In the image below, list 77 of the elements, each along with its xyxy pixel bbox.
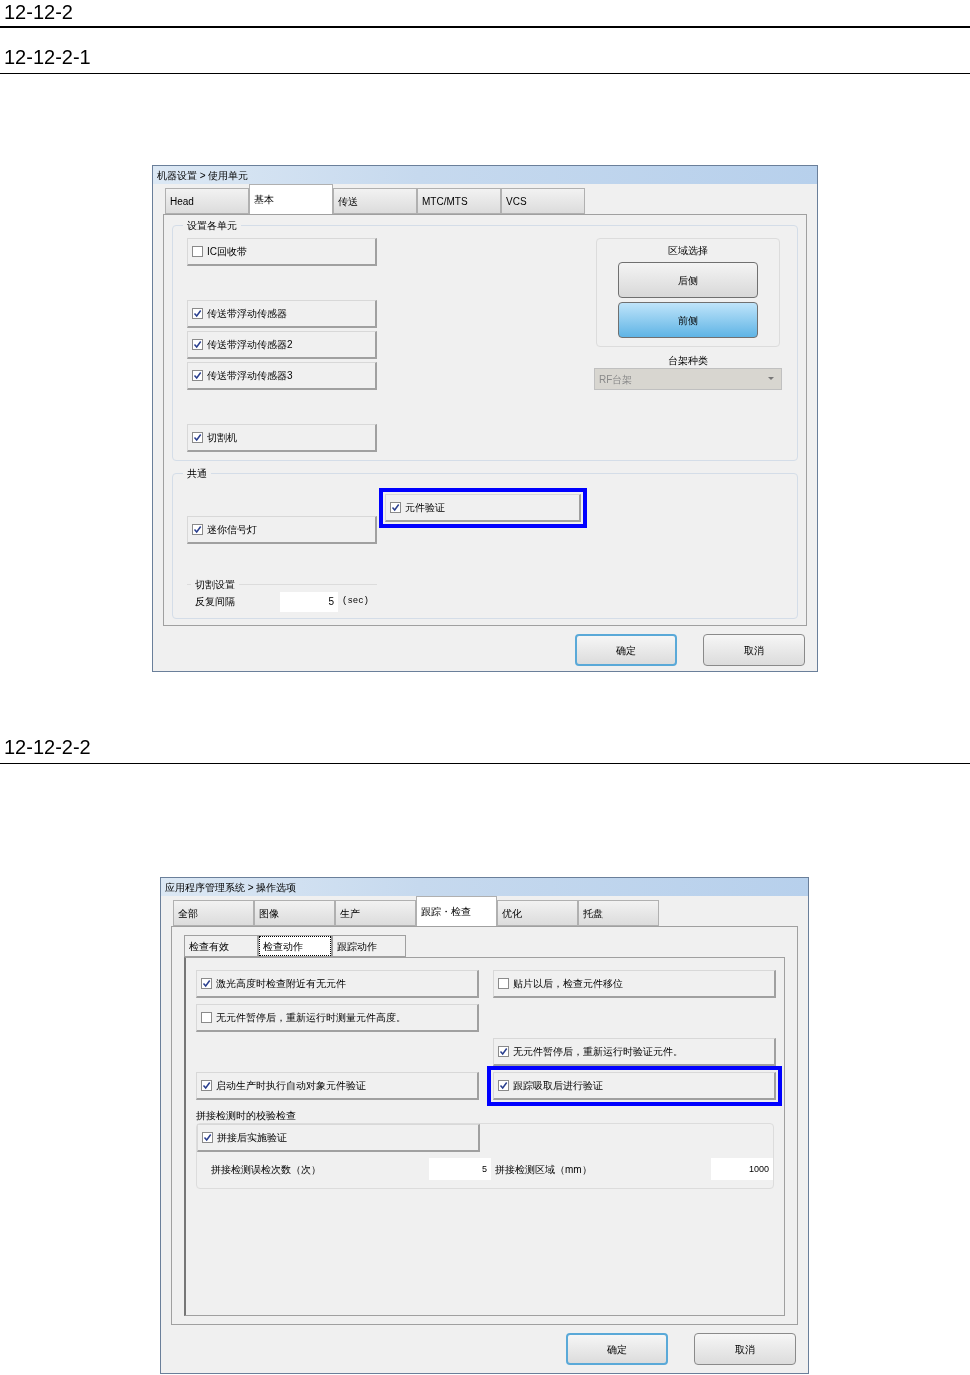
section-heading: 12-12-2-1 <box>0 44 970 74</box>
checkbox-label: 传送带浮动传感器3 <box>207 369 293 383</box>
checkbox[interactable] <box>498 978 509 989</box>
group-title: 切割设置 <box>191 577 239 592</box>
checkbox-label: 迷你信号灯 <box>207 523 257 537</box>
checkbox-label: 无元件暂停后，重新运行时测量元件高度。 <box>216 1011 406 1025</box>
area-button[interactable]: 前侧 <box>618 302 758 338</box>
tab[interactable]: 传送 <box>333 188 417 214</box>
section-heading: 12-12-2 <box>0 0 970 28</box>
checkbox-label: 跟踪吸取后进行验证 <box>513 1079 603 1093</box>
checkbox-label: 元件验证 <box>405 501 445 515</box>
group-title: 拼接检测时的校验检查 <box>196 1109 297 1123</box>
input-field[interactable]: 5 <box>429 1158 491 1180</box>
tab[interactable]: 基本 <box>249 184 333 214</box>
check-icon <box>391 503 400 512</box>
checkbox[interactable] <box>201 1080 212 1091</box>
field-label: 拼接检测区域（mm） <box>495 1162 593 1177</box>
tab[interactable]: 生产 <box>335 900 416 926</box>
checkbox-label: 传送带浮动传感器2 <box>207 338 293 352</box>
input-field[interactable]: 5 <box>280 591 338 612</box>
group-title: 设置各单元 <box>183 218 241 233</box>
tab[interactable]: VCS <box>501 188 585 214</box>
checkbox[interactable] <box>192 308 203 319</box>
checkbox-label: 启动生产时执行自动对象元件验证 <box>216 1079 366 1093</box>
window-title: 机器设置 > 使用单元 <box>157 168 249 183</box>
dialog-button[interactable]: 确定 <box>566 1333 668 1365</box>
checkbox-label: IC回收带 <box>207 245 247 259</box>
checkbox-label: 无元件暂停后，重新运行时验证元件。 <box>513 1045 683 1059</box>
check-icon <box>202 979 211 988</box>
sub-tab[interactable]: 检查有效 <box>184 935 258 957</box>
area-label: 区域选择 <box>668 244 708 258</box>
tab[interactable]: MTC/MTS <box>417 188 501 214</box>
check-icon <box>202 1081 211 1090</box>
window-title: 应用程序管理系统 > 操作选项 <box>165 880 297 895</box>
sub-tab[interactable]: 跟踪动作 <box>332 935 406 957</box>
checkbox[interactable] <box>202 1132 213 1143</box>
checkbox-label: 切割机 <box>207 431 237 445</box>
area-button[interactable]: 后侧 <box>618 262 758 298</box>
dialog-button[interactable]: 取消 <box>694 1333 796 1365</box>
checkbox-label: 激光高度时检查附近有无元件 <box>216 977 346 991</box>
checkbox[interactable] <box>201 1012 212 1023</box>
check-icon <box>193 525 202 534</box>
tab[interactable]: Head <box>165 188 249 214</box>
checkbox-label: 贴片以后，检查元件移位 <box>513 977 623 991</box>
field-label: 反复间隔 <box>195 595 236 609</box>
checkbox-label: 传送带浮动传感器 <box>207 307 287 321</box>
checkbox[interactable] <box>192 246 203 257</box>
rack-label: 台架种类 <box>668 354 708 368</box>
section-heading: 12-12-2-2 <box>0 734 970 764</box>
check-icon <box>499 1047 508 1056</box>
sub-tab[interactable]: 检查动作 <box>258 935 332 957</box>
checkbox[interactable] <box>192 432 203 443</box>
group-title: 共通 <box>183 466 211 481</box>
checkbox[interactable] <box>192 524 203 535</box>
check-icon <box>193 340 202 349</box>
check-icon <box>193 371 202 380</box>
checkbox[interactable] <box>192 370 203 381</box>
tab[interactable]: 托盘 <box>578 900 659 926</box>
tab[interactable]: 跟踪・检查 <box>416 896 497 926</box>
check-icon <box>193 309 202 318</box>
tab[interactable]: 优化 <box>497 900 578 926</box>
field-label: 拼接检测误检次数（次） <box>211 1162 322 1177</box>
checkbox[interactable] <box>390 502 401 513</box>
check-icon <box>499 1081 508 1090</box>
input-field[interactable]: 1000 <box>711 1158 773 1180</box>
checkbox[interactable] <box>192 339 203 350</box>
checkbox-label: 拼接后实施验证 <box>217 1131 287 1145</box>
tab[interactable]: 全部 <box>173 900 254 926</box>
checkbox[interactable] <box>201 978 212 989</box>
checkbox[interactable] <box>498 1046 509 1057</box>
dialog-button[interactable]: 确定 <box>575 634 677 666</box>
unit-label: (sec) <box>342 594 369 608</box>
check-icon <box>203 1133 212 1142</box>
checkbox[interactable] <box>498 1080 509 1091</box>
check-icon <box>193 433 202 442</box>
tab[interactable]: 图像 <box>254 900 335 926</box>
dialog-button[interactable]: 取消 <box>703 634 805 666</box>
